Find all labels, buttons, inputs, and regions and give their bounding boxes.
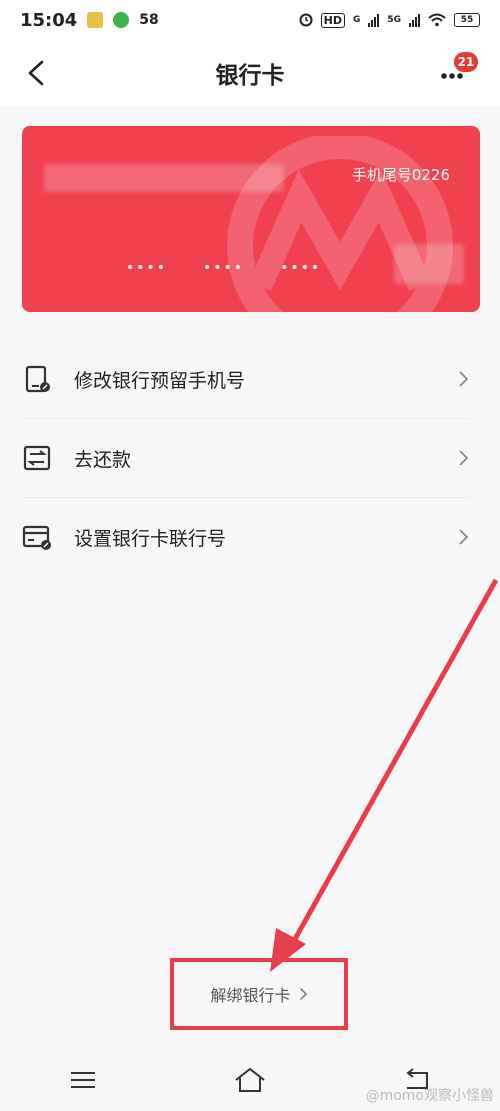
status-bar: 15:04 58 HD G 5G 55 <box>0 0 500 40</box>
card-options-list: 修改银行预留手机号 去还款 设置银行卡联行号 <box>0 340 500 576</box>
status-time: 15:04 <box>20 9 78 31</box>
app-notification-icon-2 <box>113 12 130 28</box>
menu-item-repay[interactable]: 去还款 <box>22 419 470 498</box>
unbind-card-label: 解绑银行卡 <box>210 986 291 1005</box>
card-number-group: •••• <box>203 260 245 276</box>
page-title: 银行卡 <box>215 63 285 89</box>
network-label-1: G <box>352 15 361 25</box>
menu-item-label: 去还款 <box>74 448 132 471</box>
card-bank-name-blurred <box>44 164 284 192</box>
bank-card[interactable]: 手机尾号0226 •••• •••• •••• <box>22 126 480 312</box>
back-arrow-icon[interactable] <box>22 58 50 88</box>
menu-item-bank-branch-code[interactable]: 设置银行卡联行号 <box>22 498 470 576</box>
unbind-card-button[interactable]: 解绑银行卡 <box>170 958 348 1030</box>
menu-item-label: 设置银行卡联行号 <box>74 527 227 550</box>
status-left: 15:04 58 <box>20 10 159 31</box>
battery-icon: 55 <box>454 13 480 27</box>
status-right: HD G 5G 55 <box>299 12 480 28</box>
signal-icon-2 <box>409 13 420 27</box>
chevron-right-icon <box>459 529 469 545</box>
message-badge: 21 <box>454 52 478 72</box>
menu-icon[interactable] <box>63 1064 103 1096</box>
notification-count: 58 <box>139 12 159 28</box>
wifi-icon <box>428 13 446 27</box>
hd-label: HD <box>320 12 345 28</box>
card-phone-suffix: 手机尾号0226 <box>351 166 450 184</box>
card-number-group: •••• <box>126 260 168 276</box>
chevron-right-icon <box>459 371 469 387</box>
nav-bar: 银行卡 21 <box>0 40 500 106</box>
chevron-right-icon <box>459 450 469 466</box>
network-label-2: 5G <box>387 15 401 25</box>
signal-icon <box>368 13 380 27</box>
repay-icon <box>23 445 51 471</box>
card-type-blurred <box>394 244 464 284</box>
menu-item-label: 修改银行预留手机号 <box>74 369 246 392</box>
bank-logo-watermark <box>227 136 453 312</box>
home-icon[interactable] <box>230 1064 270 1096</box>
chevron-right-icon <box>299 987 307 1001</box>
alarm-icon <box>299 13 313 27</box>
phone-edit-icon <box>25 365 50 393</box>
more-menu-button[interactable]: 21 <box>438 52 478 88</box>
menu-item-change-phone[interactable]: 修改银行预留手机号 <box>22 340 470 419</box>
card-settings-icon <box>22 525 51 550</box>
card-number-group: •••• <box>280 260 322 276</box>
card-number-masked: •••• •••• •••• <box>126 260 321 276</box>
source-watermark: @momo观察小怪兽 <box>365 1088 494 1104</box>
app-notification-icon <box>87 12 104 28</box>
